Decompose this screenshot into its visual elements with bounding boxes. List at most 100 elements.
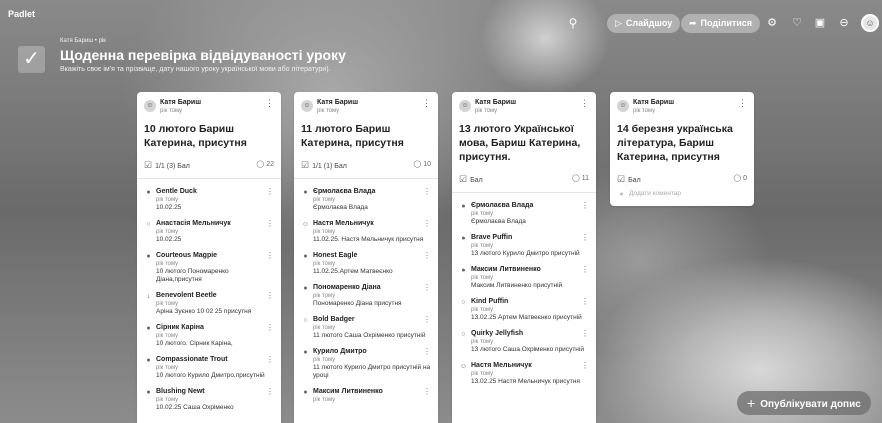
- more-vertical-icon[interactable]: ⋮: [266, 219, 274, 228]
- avatar: ☺: [301, 100, 313, 112]
- post-card[interactable]: ☺ Катя Бариш рік тому ⋮ 10 лютого Бариш …: [137, 92, 281, 423]
- comment-text: Аріна Зуєнко 10 02 25 присутня: [156, 308, 252, 315]
- more-vertical-icon[interactable]: ⋮: [423, 219, 431, 228]
- comment-time: рік тому: [156, 229, 179, 235]
- more-vertical-icon[interactable]: ⋮: [738, 98, 747, 109]
- puffin-icon: ○: [461, 299, 466, 306]
- more-vertical-icon[interactable]: ⋮: [266, 355, 274, 364]
- checkbox-icon[interactable]: ☑: [144, 160, 152, 170]
- more-vertical-icon[interactable]: ⋮: [581, 361, 589, 370]
- more-vertical-icon[interactable]: ⋮: [422, 98, 431, 109]
- user-avatar[interactable]: ☺: [861, 14, 879, 32]
- post-stats: ☑ 1/1 (3) Бал ◯ 22: [144, 160, 274, 172]
- gear-icon[interactable]: ⚙: [762, 14, 782, 33]
- checkbox-icon[interactable]: ☑: [301, 160, 309, 170]
- checkbox-icon[interactable]: ☑: [617, 174, 625, 184]
- comment-count[interactable]: ◯ 0: [733, 174, 747, 182]
- comment-time: рік тому: [313, 261, 336, 267]
- more-vertical-icon[interactable]: ⋮: [423, 283, 431, 292]
- post-author: Катя Бариш: [633, 99, 675, 106]
- comment-author: Compassionate Trout: [156, 356, 228, 363]
- more-icon[interactable]: ⊖: [834, 14, 854, 33]
- post-stats-text: 1/1 (1) Бал: [312, 163, 347, 170]
- post-column: ☺ Катя Бариш рік тому ⋮ 13 лютого Україн…: [452, 92, 596, 423]
- more-vertical-icon[interactable]: ⋮: [581, 233, 589, 242]
- comment-count-value: 0: [743, 175, 747, 182]
- comment-item: ● Brave Puffin рік тому 13 лютого Курило…: [459, 229, 589, 261]
- comment-count[interactable]: ◯ 10: [413, 160, 431, 168]
- share-icon: ➦: [689, 18, 697, 28]
- more-vertical-icon[interactable]: ⋮: [581, 265, 589, 274]
- comment-text: 13 лютого Саша Охріменко присутній: [471, 346, 584, 353]
- post-title: 14 березня українська література, Бариш …: [617, 123, 733, 163]
- post-card[interactable]: ☺ Катя Бариш рік тому ⋮ 14 березня украї…: [610, 92, 754, 206]
- post-stats: ☑ Бал ◯ 0: [617, 174, 747, 186]
- comment-item: ● Максим Литвиненко рік тому ⋮: [301, 383, 431, 407]
- comment-count[interactable]: ◯ 22: [256, 160, 274, 168]
- comment-count[interactable]: ◯ 11: [572, 174, 589, 182]
- add-comment-input[interactable]: ● Додати коментар: [617, 186, 747, 199]
- slideshow-button[interactable]: ▷ Слайдшоу: [607, 14, 681, 33]
- avatar: ●: [303, 349, 308, 356]
- post-time: рік тому: [633, 108, 656, 114]
- comment-author: Gentle Duck: [156, 188, 197, 195]
- avatar: ●: [303, 389, 308, 396]
- comment-author: Honest Eagle: [313, 252, 358, 259]
- comment-time: рік тому: [471, 211, 494, 217]
- more-vertical-icon[interactable]: ⋮: [266, 187, 274, 196]
- play-icon: ▷: [615, 18, 622, 28]
- post-author: Катя Бариш: [160, 99, 202, 106]
- comment-count-value: 22: [266, 161, 274, 168]
- avatar: ●: [619, 191, 624, 198]
- board-meta: Катя Бариш • рік: [60, 38, 106, 44]
- more-vertical-icon[interactable]: ⋮: [423, 315, 431, 324]
- comment-item: ○ Kind Puffin рік тому 13.02.25 Артем Ма…: [459, 293, 589, 325]
- comment-author: Bold Badger: [313, 316, 355, 323]
- more-vertical-icon[interactable]: ⋮: [423, 387, 431, 396]
- more-vertical-icon[interactable]: ⋮: [266, 387, 274, 396]
- avatar: ●: [461, 267, 466, 274]
- more-vertical-icon[interactable]: ⋮: [266, 251, 274, 260]
- brand-logo[interactable]: Padlet: [8, 9, 35, 19]
- board-subtitle: Вкажіть своє ім'я та прізвище, дату нашо…: [60, 66, 331, 73]
- puffin-icon: ●: [461, 235, 466, 242]
- comment-author: Максим Литвиненко: [313, 388, 383, 395]
- more-vertical-icon[interactable]: ⋮: [581, 201, 589, 210]
- search-icon[interactable]: ⚲: [566, 16, 580, 30]
- more-vertical-icon[interactable]: ⋮: [423, 347, 431, 356]
- publish-post-button[interactable]: + Опублікувати допис: [737, 391, 871, 415]
- post-card[interactable]: ☺ Катя Бариш рік тому ⋮ 11 лютого Бариш …: [294, 92, 438, 423]
- post-column: ☺ Катя Бариш рік тому ⋮ 10 лютого Бариш …: [137, 92, 281, 423]
- comment-author: Єрмолаєва Влада: [313, 188, 376, 195]
- more-vertical-icon[interactable]: ⋮: [581, 297, 589, 306]
- duck-icon: ●: [146, 189, 151, 196]
- comment-item: ● Blushing Newt рік тому 10.02.25 Саша О…: [144, 383, 274, 415]
- post-card[interactable]: ☺ Катя Бариш рік тому ⋮ 13 лютого Україн…: [452, 92, 596, 423]
- remake-icon[interactable]: ▣: [810, 14, 830, 33]
- more-vertical-icon[interactable]: ⋮: [265, 98, 274, 109]
- more-vertical-icon[interactable]: ⋮: [580, 98, 589, 109]
- share-button[interactable]: ➦ Поділитися: [681, 14, 761, 33]
- share-label: Поділитися: [700, 18, 753, 28]
- board-title: Щоденна перевірка відвідуваності уроку: [60, 47, 346, 63]
- comment-item: ○ Quirky Jellyfish рік тому 13 лютого Са…: [459, 325, 589, 357]
- bell-icon[interactable]: ♡: [787, 14, 807, 33]
- comment-author: Brave Puffin: [471, 234, 513, 241]
- comment-author: Courteous Magpie: [156, 252, 218, 259]
- more-vertical-icon[interactable]: ⋮: [581, 329, 589, 338]
- more-vertical-icon[interactable]: ⋮: [266, 291, 274, 300]
- comment-time: рік тому: [156, 333, 179, 339]
- comment-text: 13.02.25 Артем Матвеєнко присутній: [471, 314, 582, 321]
- more-vertical-icon[interactable]: ⋮: [423, 251, 431, 260]
- comment-item: ○ Bold Badger рік тому 11 лютого Саша Ох…: [301, 311, 431, 343]
- checkbox-icon[interactable]: ☑: [459, 174, 467, 184]
- plus-icon: +: [747, 395, 756, 411]
- comment-item: ● Єрмолаєва Влада рік тому Єрмолаєва Вла…: [301, 183, 431, 215]
- comment-count-value: 11: [581, 175, 589, 182]
- comment-time: рік тому: [313, 293, 336, 299]
- more-vertical-icon[interactable]: ⋮: [266, 323, 274, 332]
- comment-time: рік тому: [313, 357, 336, 363]
- comment-time: рік тому: [471, 307, 494, 313]
- comment-time: рік тому: [156, 261, 179, 267]
- more-vertical-icon[interactable]: ⋮: [423, 187, 431, 196]
